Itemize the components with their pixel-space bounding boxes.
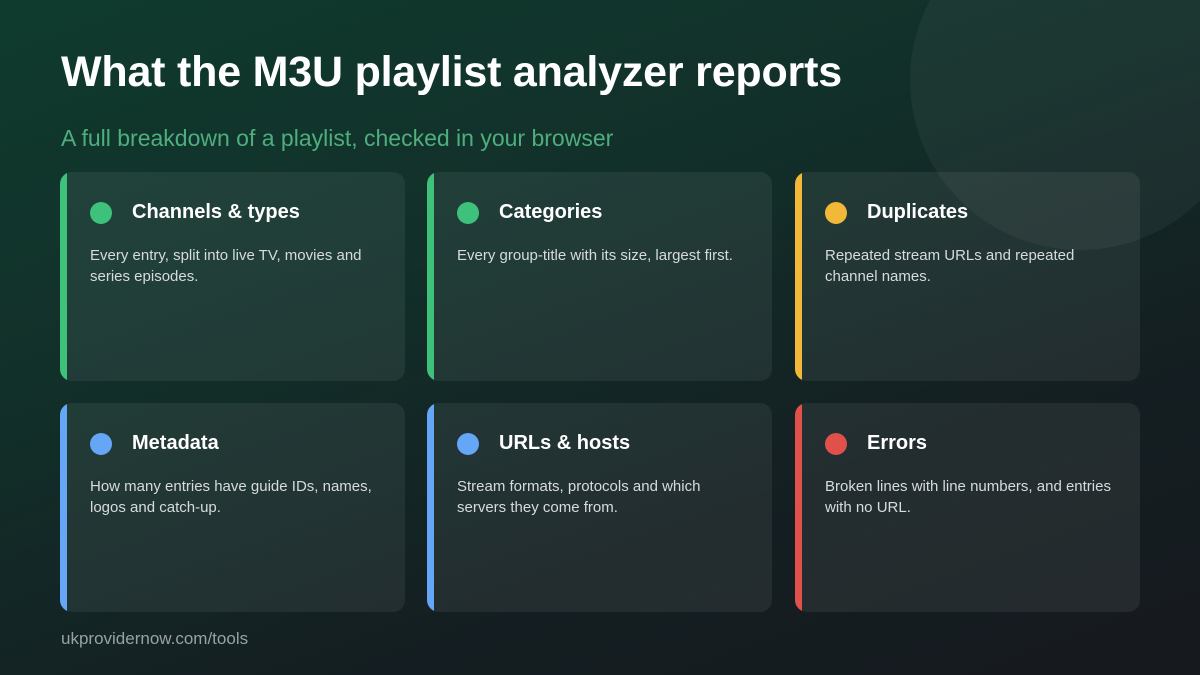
page-subtitle: A full breakdown of a playlist, checked … <box>61 125 614 151</box>
card-description: Repeated stream URLs and repeated channe… <box>825 247 1075 285</box>
card-accent-bar <box>795 403 802 612</box>
status-dot-icon <box>90 202 112 224</box>
card-channels-types: Channels & types Every entry, split into… <box>60 172 405 381</box>
card-title: URLs & hosts <box>499 432 631 454</box>
card-categories: Categories Every group-title with its si… <box>427 172 772 381</box>
card-accent-bar <box>427 172 434 381</box>
card-description: Broken lines with line numbers, and entr… <box>825 478 1111 516</box>
status-dot-icon <box>457 433 479 455</box>
status-dot-icon <box>825 202 847 224</box>
card-title: Errors <box>867 432 928 454</box>
page-title: What the M3U playlist analyzer reports <box>61 48 842 96</box>
card-description: How many entries have guide IDs, names, … <box>90 478 372 516</box>
status-dot-icon <box>90 433 112 455</box>
card-duplicates: Duplicates Repeated stream URLs and repe… <box>795 172 1140 381</box>
card-accent-bar <box>427 403 434 612</box>
card-title: Metadata <box>132 432 219 454</box>
card-description: Stream formats, protocols and which serv… <box>457 478 701 516</box>
footer-url: ukprovidernow.com/tools <box>61 629 249 648</box>
card-description: Every group-title with its size, largest… <box>457 247 733 264</box>
status-dot-icon <box>457 202 479 224</box>
card-title: Channels & types <box>132 201 300 223</box>
card-accent-bar <box>60 403 67 612</box>
card-accent-bar <box>795 172 802 381</box>
card-metadata: Metadata How many entries have guide IDs… <box>60 403 405 612</box>
card-accent-bar <box>60 172 67 381</box>
card-title: Duplicates <box>867 201 969 223</box>
card-title: Categories <box>499 201 603 223</box>
status-dot-icon <box>825 433 847 455</box>
card-errors: Errors Broken lines with line numbers, a… <box>795 403 1140 612</box>
card-urls-hosts: URLs & hosts Stream formats, protocols a… <box>427 403 772 612</box>
card-description: Every entry, split into live TV, movies … <box>90 247 362 285</box>
